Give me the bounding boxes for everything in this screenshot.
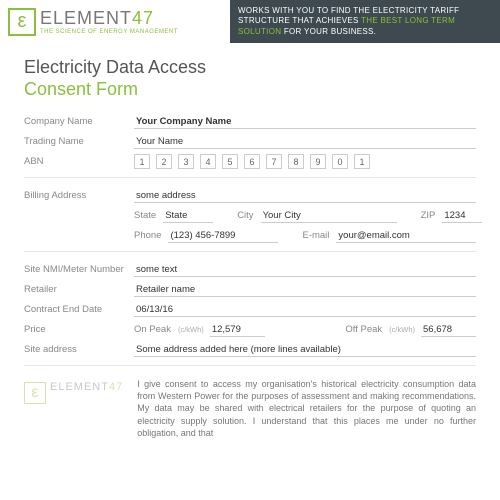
label-contract-end: Contract End Date	[24, 304, 134, 315]
divider	[24, 251, 476, 252]
abn-digit[interactable]	[178, 154, 194, 169]
unit-off-peak: (c/kWh)	[389, 325, 415, 334]
label-phone: Phone	[134, 230, 161, 241]
section-billing: Billing Address State City ZIP Phone	[24, 188, 476, 243]
off-peak-input[interactable]	[421, 323, 476, 337]
divider	[24, 177, 476, 178]
promo-banner: WORKS WITH YOU TO FIND THE ELECTRICITY T…	[230, 0, 500, 43]
unit-on-peak: (c/kWh)	[178, 325, 204, 334]
page-subtitle: Consent Form	[24, 79, 476, 100]
retailer-input[interactable]	[134, 283, 476, 297]
abn-digit[interactable]	[354, 154, 370, 169]
label-billing: Billing Address	[24, 190, 134, 201]
on-peak-input[interactable]	[210, 323, 265, 337]
contract-end-input[interactable]	[134, 303, 476, 317]
header: ε ELEMENT47 THE SCIENCE OF ENERGY MANAGE…	[0, 0, 500, 43]
label-abn: ABN	[24, 156, 134, 167]
label-state: State	[134, 210, 156, 221]
billing-input[interactable]	[134, 189, 476, 203]
consent-block: ε ELEMENT47 I give consent to access my …	[0, 378, 500, 439]
section-company: Company Name Trading Name ABN	[24, 114, 476, 169]
trading-input[interactable]	[134, 135, 476, 149]
label-city: City	[237, 210, 253, 221]
consent-text: I give consent to access my organisation…	[137, 378, 476, 439]
abn-digit[interactable]	[288, 154, 304, 169]
consent-logo-watermark: ε ELEMENT47	[24, 378, 123, 439]
label-company: Company Name	[24, 116, 134, 127]
label-site-address: Site address	[24, 344, 134, 355]
label-zip: ZIP	[421, 210, 436, 221]
page-title: Electricity Data Access	[24, 57, 476, 78]
abn-digit[interactable]	[134, 154, 150, 169]
label-retailer: Retailer	[24, 284, 134, 295]
logo-tagline: THE SCIENCE OF ENERGY MANAGEMENT	[40, 29, 178, 35]
company-input[interactable]	[134, 115, 476, 129]
abn-digit[interactable]	[266, 154, 282, 169]
nmi-input[interactable]	[134, 263, 476, 277]
label-email: E-mail	[302, 230, 329, 241]
abn-digit[interactable]	[310, 154, 326, 169]
logo-word: ELEMENT47	[40, 9, 178, 27]
label-off-peak: Off Peak	[345, 324, 382, 335]
zip-input[interactable]	[442, 209, 482, 223]
abn-digit[interactable]	[244, 154, 260, 169]
section-site: Site NMI/Meter Number Retailer Contract …	[24, 262, 476, 357]
logo: ε ELEMENT47 THE SCIENCE OF ENERGY MANAGE…	[0, 0, 230, 43]
state-input[interactable]	[163, 209, 213, 223]
city-input[interactable]	[261, 209, 397, 223]
label-nmi: Site NMI/Meter Number	[24, 264, 134, 275]
abn-digit[interactable]	[332, 154, 348, 169]
label-on-peak: On Peak	[134, 324, 171, 335]
abn-digit[interactable]	[222, 154, 238, 169]
label-trading: Trading Name	[24, 136, 134, 147]
email-input[interactable]	[336, 229, 476, 243]
site-address-input[interactable]	[134, 343, 476, 357]
label-price: Price	[24, 324, 134, 335]
abn-digit[interactable]	[156, 154, 172, 169]
abn-boxes	[134, 154, 370, 169]
logo-mark-icon: ε	[8, 8, 36, 36]
abn-digit[interactable]	[200, 154, 216, 169]
phone-input[interactable]	[168, 229, 278, 243]
divider	[24, 365, 476, 366]
